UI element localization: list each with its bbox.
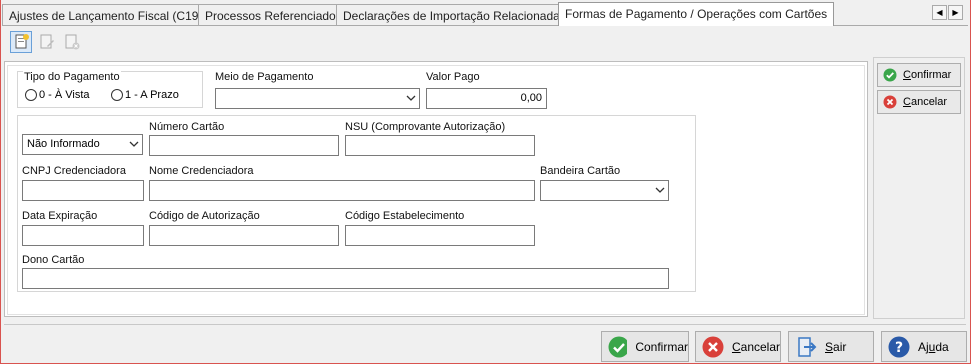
- card-brand-select[interactable]: [540, 180, 669, 201]
- tab-formas-pagamento[interactable]: Formas de Pagamento / Operações com Cart…: [558, 2, 835, 26]
- cnpj-accreditor-input[interactable]: [22, 180, 144, 201]
- nsu-input[interactable]: [345, 135, 535, 156]
- tab-scroll-left-button[interactable]: ◀: [932, 5, 947, 20]
- cnpj-accreditor-label: CNPJ Credenciadora: [22, 165, 126, 177]
- card-type-select[interactable]: Não Informado: [22, 134, 143, 155]
- side-cancel-button[interactable]: Cancelar: [877, 90, 961, 114]
- exit-door-icon: [798, 336, 817, 357]
- radio-circle[interactable]: [25, 89, 37, 101]
- expiration-date-label: Data Expiração: [22, 210, 98, 222]
- new-record-button[interactable]: [10, 31, 32, 53]
- cancel-label: Cancelar: [731, 339, 780, 354]
- help-question-icon: ?: [888, 336, 910, 357]
- tab-ajustes-lancamento[interactable]: Ajustes de Lançamento Fiscal (C197): [2, 4, 217, 25]
- side-confirm-label: Confirmar: [903, 69, 952, 81]
- help-label: Ajuda: [918, 339, 949, 354]
- cancel-circle-icon: [883, 95, 897, 109]
- tab-bar: Ajustes de Lançamento Fiscal (C197) Proc…: [2, 2, 968, 26]
- establishment-code-label: Código Estabelecimento: [345, 210, 465, 222]
- edit-document-icon: [40, 34, 54, 49]
- card-number-label: Número Cartão: [149, 121, 225, 133]
- exit-label: Sair: [825, 339, 847, 354]
- confirm-label: Confirmar: [635, 339, 688, 354]
- card-owner-input[interactable]: [22, 268, 669, 289]
- side-cancel-label: Cancelar: [903, 96, 948, 108]
- card-number-input[interactable]: [149, 135, 339, 156]
- cancel-circle-icon: [702, 336, 724, 357]
- amount-paid-label: Valor Pago: [426, 71, 480, 83]
- accreditor-name-input[interactable]: [149, 180, 535, 201]
- new-document-icon: [15, 34, 29, 49]
- card-brand-label: Bandeira Cartão: [540, 165, 621, 177]
- payment-type-cash-label: 0 - À Vista: [39, 89, 90, 101]
- amount-paid-input[interactable]: 0,00: [426, 88, 547, 109]
- payment-method-select[interactable]: [215, 88, 420, 109]
- expiration-date-input[interactable]: [22, 225, 144, 246]
- accreditor-name-label: Nome Credenciadora: [149, 165, 254, 177]
- authorization-code-label: Código de Autorização: [149, 210, 260, 222]
- chevron-down-icon: [129, 141, 139, 147]
- delete-document-icon: [65, 34, 80, 50]
- payment-type-cash-radio[interactable]: 0 - À Vista: [25, 89, 90, 101]
- edit-record-button[interactable]: [35, 31, 57, 53]
- svg-text:?: ?: [895, 340, 903, 356]
- payment-method-label: Meio de Pagamento: [215, 71, 314, 83]
- payment-type-term-radio[interactable]: 1 - A Prazo: [111, 89, 179, 101]
- tab-declaracoes-importacao[interactable]: Declarações de Importação Relacionadas: [336, 4, 573, 25]
- delete-record-button[interactable]: [60, 31, 82, 53]
- tab-processos-referenciados[interactable]: Processos Referenciados: [198, 4, 349, 25]
- check-circle-icon: [883, 68, 897, 82]
- bottom-separator: [4, 324, 966, 325]
- check-circle-icon: [608, 336, 628, 357]
- side-confirm-button[interactable]: Confirmar: [877, 63, 961, 87]
- payment-form-panel: Tipo do Pagamento 0 - À Vista 1 - A Praz…: [4, 61, 868, 317]
- side-action-panel: Confirmar Cancelar: [873, 57, 965, 319]
- cancel-button[interactable]: Cancelar: [695, 331, 781, 362]
- card-owner-label: Dono Cartão: [22, 254, 85, 266]
- tab-scroll-right-button[interactable]: ▶: [948, 5, 963, 20]
- card-type-value: Não Informado: [27, 138, 100, 150]
- establishment-code-input[interactable]: [345, 225, 535, 246]
- help-button[interactable]: ? Ajuda: [881, 331, 967, 362]
- nsu-label: NSU (Comprovante Autorização): [345, 121, 506, 133]
- payment-type-term-label: 1 - A Prazo: [125, 89, 179, 101]
- authorization-code-input[interactable]: [149, 225, 339, 246]
- chevron-down-icon: [655, 187, 665, 193]
- exit-button[interactable]: Sair: [788, 331, 874, 362]
- chevron-down-icon: [406, 95, 416, 101]
- confirm-button[interactable]: Confirmar: [601, 331, 689, 362]
- payment-type-label: Tipo do Pagamento: [23, 71, 121, 83]
- radio-circle[interactable]: [111, 89, 123, 101]
